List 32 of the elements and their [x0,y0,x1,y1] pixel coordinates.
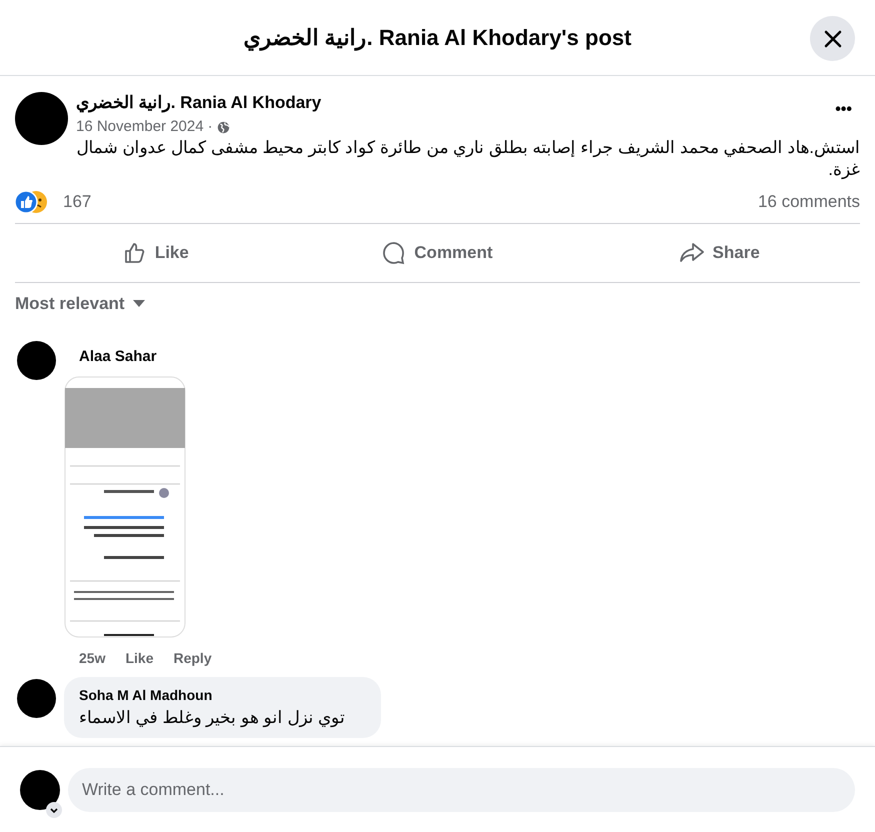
post-text: استش.هاد الصحفي محمد الشريف جراء إصابته بطلق ناري من طائرة كواد كابتر محيط مشفى كمال عدوان شمال غزة. [76,137,860,181]
avatar[interactable] [20,770,60,810]
sort-dropdown[interactable]: Most relevant [15,291,145,316]
share-button[interactable]: Share [578,231,860,275]
comment-input[interactable]: Write a comment... [68,768,855,812]
avatar[interactable] [15,92,68,145]
comment-text: توي نزل انو هو بخير وغلط في الاسماء [79,707,346,730]
chevron-down-icon[interactable] [46,802,62,818]
caret-icon [132,300,145,308]
comment-button[interactable]: Comment [296,231,578,275]
author-name[interactable]: رانية الخضري. Rania Al Khodary [76,90,836,116]
speech-bubble-icon [382,241,406,265]
share-arrow-icon [678,241,705,265]
avatar[interactable] [17,340,56,380]
comments-count[interactable]: 16 comments [758,189,860,215]
phone-screenshot-drawing[interactable] [64,376,186,638]
more-options-button[interactable]: ••• [835,98,852,122]
reaction-count[interactable]: 167 [63,189,92,215]
close-button[interactable] [810,16,855,61]
comment-time[interactable]: 25w [79,648,106,669]
post-title: رانية الخضري. Rania Al Khodary's post [244,24,632,53]
commenter-name[interactable]: Soha M Al Madhoun [79,685,366,706]
separator-dot: · [208,117,213,137]
globe-icon [216,120,230,134]
close-icon [822,28,842,48]
like-button[interactable]: Like [15,231,297,275]
avatar[interactable] [17,679,56,718]
post-date[interactable]: 16 November 2024 [76,116,204,138]
reply-link[interactable]: Reply [173,648,212,669]
commenter-name[interactable]: Alaa Sahar [79,346,212,368]
thumbs-up-icon [122,241,147,265]
like-link[interactable]: Like [125,648,154,669]
